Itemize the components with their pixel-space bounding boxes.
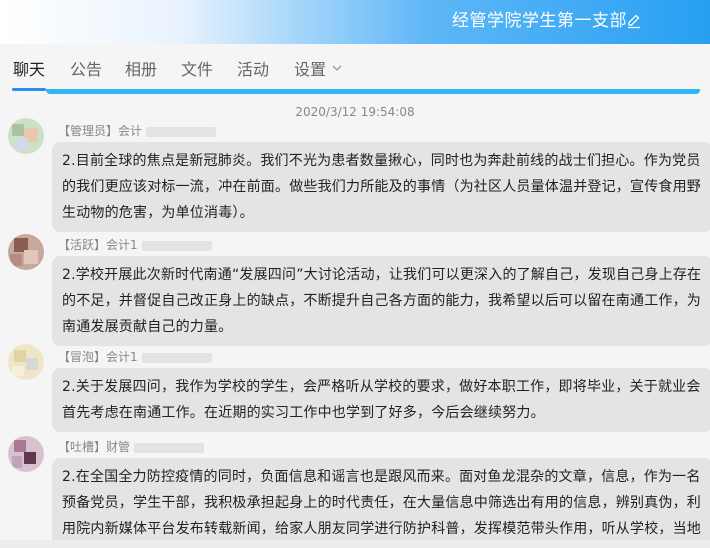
group-header: 经管学院学生第一支部	[0, 0, 710, 44]
avatar[interactable]	[8, 118, 44, 154]
sender-name: 【吐槽】财管	[58, 440, 205, 454]
message-bubble: 2.关于发展四问，我作为学校的学生，会严格听从学校的要求，做好本职工作，即将毕业…	[52, 368, 710, 432]
sender-name: 【管理员】会计	[58, 124, 217, 138]
edit-icon[interactable]	[626, 13, 642, 29]
active-tab-indicator	[12, 88, 46, 91]
tab-chat[interactable]: 聊天	[13, 60, 45, 80]
message-bubble: 2.学校开展此次新时代南通“发展四问”大讨论活动，让我们可以更深入的了解自己，发…	[52, 256, 710, 346]
avatar[interactable]	[8, 344, 44, 380]
tab-announcement[interactable]: 公告	[70, 60, 102, 80]
tab-activity[interactable]: 活动	[237, 60, 269, 80]
sender-name: 【冒泡】会计1	[58, 350, 212, 364]
avatar[interactable]	[8, 234, 44, 270]
message-bubble: 2.目前全球的焦点是新冠肺炎。我们不光为患者数量揪心，同时也为奔赴前线的战士们担…	[52, 142, 710, 232]
avatar[interactable]	[8, 436, 44, 472]
input-toolbar	[0, 540, 710, 548]
tab-album[interactable]: 相册	[125, 60, 157, 80]
tab-settings[interactable]: 设置	[294, 60, 326, 80]
sender-name: 【活跃】会计1	[58, 238, 212, 252]
tab-files[interactable]: 文件	[181, 60, 213, 80]
tab-bar: 聊天 公告 相册 文件 活动 设置	[0, 44, 710, 94]
chat-timestamp: 2020/3/12 19:54:08	[295, 105, 415, 119]
message-bubble: 2.在全国全力防控疫情的同时，负面信息和谣言也是跟风而来。面对鱼龙混杂的文章，信…	[52, 458, 710, 548]
chevron-down-icon[interactable]	[332, 63, 342, 73]
group-title: 经管学院学生第一支部	[452, 11, 627, 31]
scroll-indicator	[46, 89, 700, 94]
